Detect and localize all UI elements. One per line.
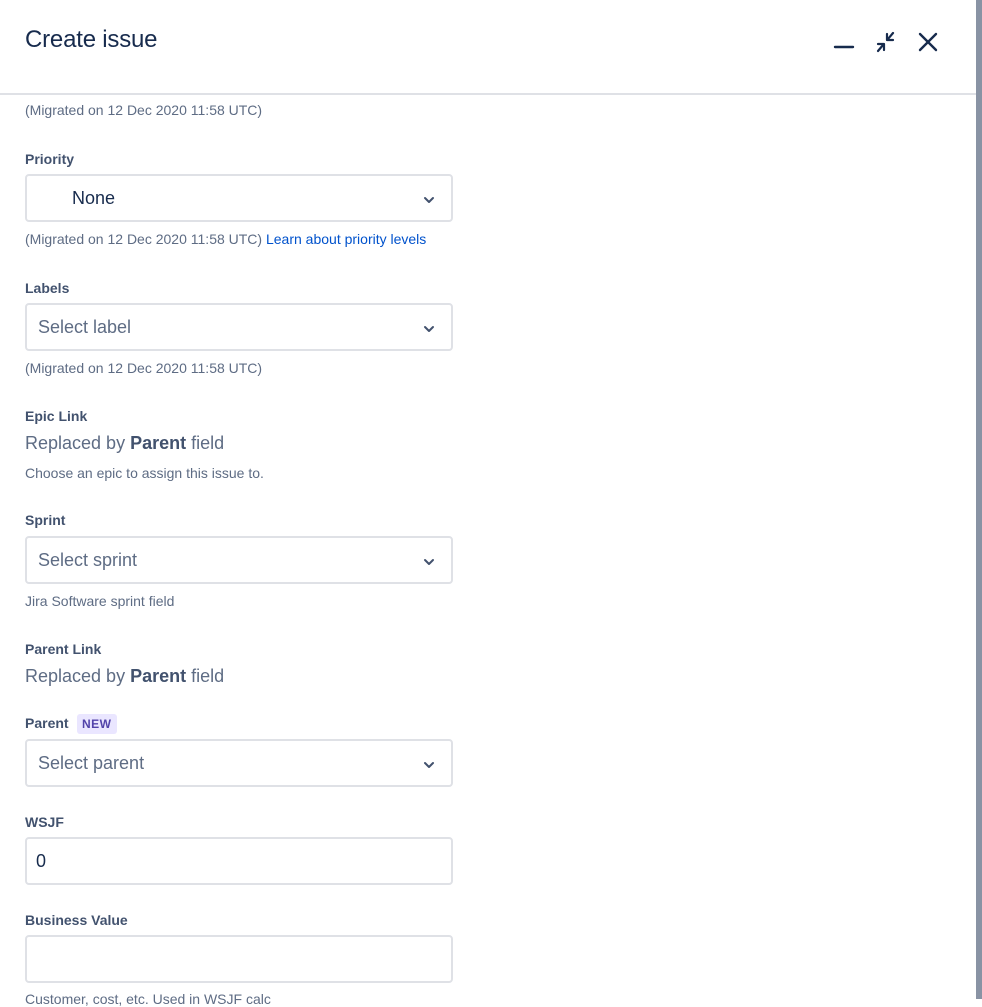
epic-link-help: Choose an epic to assign this issue to. [25,465,264,481]
wsjf-label: WSJF [25,814,64,830]
priority-select[interactable]: None [25,174,453,222]
close-button[interactable] [912,26,944,58]
dialog-header: Create issue [0,0,976,95]
chevron-down-icon [424,762,434,768]
priority-label: Priority [25,151,75,167]
parent-label: Parent [25,715,69,731]
chevron-down-icon [424,326,434,332]
replaced-field-name: Parent [130,666,187,686]
collapse-icon [876,31,895,53]
dialog-title: Create issue [25,26,158,53]
chevron-down-icon [424,197,434,203]
collapse-button[interactable] [870,26,902,58]
replaced-field-name: Parent [130,433,187,453]
parent-placeholder: Select parent [38,753,145,773]
wsjf-input[interactable]: 0 [25,837,453,885]
sprint-select[interactable]: Select sprint [25,536,453,584]
business-value-label: Business Value [25,912,128,928]
parent-select[interactable]: Select parent [25,739,453,787]
minimize-icon [833,45,855,49]
labels-placeholder: Select label [38,317,132,337]
sprint-help: Jira Software sprint field [25,593,175,609]
sprint-placeholder: Select sprint [38,550,138,570]
new-badge: NEW [77,714,117,734]
replaced-prefix: Replaced by [25,666,126,686]
migrated-help-text: (Migrated on 12 Dec 2020 11:58 UTC) [25,102,263,118]
close-icon [918,32,938,52]
replaced-prefix: Replaced by [25,433,126,453]
epic-link-replaced: Replaced by Parent field [25,433,224,454]
priority-value: None [72,188,116,208]
labels-label: Labels [25,280,70,296]
priority-help-text: (Migrated on 12 Dec 2020 11:58 UTC) [25,231,263,247]
labels-select[interactable]: Select label [25,303,453,351]
priority-levels-link[interactable]: Learn about priority levels [266,231,426,247]
wsjf-value: 0 [36,851,47,871]
replaced-suffix: field [191,433,225,453]
parent-link-label: Parent Link [25,641,102,657]
epic-link-label: Epic Link [25,408,88,424]
chevron-down-icon [424,559,434,565]
replaced-suffix: field [191,666,225,686]
priority-help: (Migrated on 12 Dec 2020 11:58 UTC) Lear… [25,231,426,247]
business-value-help: Customer, cost, etc. Used in WSJF calc [25,991,271,1007]
parent-link-replaced: Replaced by Parent field [25,666,224,687]
sprint-label: Sprint [25,512,66,528]
business-value-input[interactable] [25,935,453,983]
scrollbar[interactable] [976,0,982,999]
minimize-button[interactable] [828,26,860,58]
labels-help: (Migrated on 12 Dec 2020 11:58 UTC) [25,360,263,376]
